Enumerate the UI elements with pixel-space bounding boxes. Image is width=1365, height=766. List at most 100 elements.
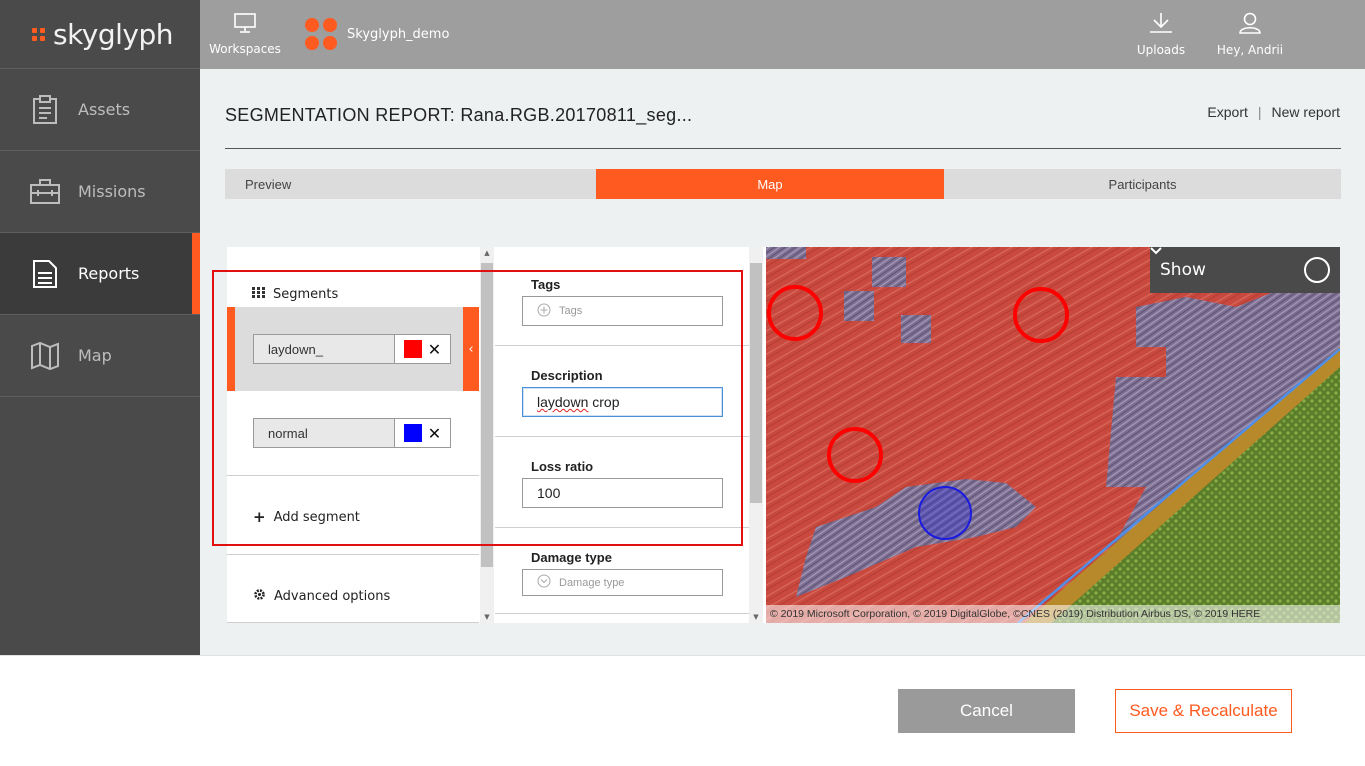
show-layers-dropdown[interactable]: Show — [1150, 247, 1340, 293]
description-value-rest: crop — [588, 394, 620, 410]
segment-color-swatch[interactable] — [403, 340, 422, 358]
gear-icon — [253, 588, 266, 605]
scroll-down-icon[interactable]: ▼ — [749, 613, 763, 621]
footer-bar: Cancel Save & Recalculate — [0, 655, 1365, 766]
sidebar-item-label: Reports — [78, 264, 140, 283]
workspace-dots-icon — [305, 18, 337, 50]
sidebar-item-missions[interactable]: Missions — [0, 151, 200, 233]
title-actions: Export | New report — [1207, 104, 1340, 120]
tags-input[interactable]: Tags — [522, 296, 723, 326]
tab-participants[interactable]: Participants — [944, 169, 1341, 199]
main-content: SEGMENTATION REPORT: Rana.RGB.20170811_s… — [200, 69, 1365, 655]
workspace-selector[interactable]: Skyglyph_demo — [305, 18, 449, 50]
monitor-icon — [234, 13, 256, 36]
advanced-options-label: Advanced options — [274, 589, 391, 604]
description-label: Description — [531, 368, 603, 383]
segment-row-laydown[interactable]: laydown_ ✕ — [227, 307, 479, 391]
divider — [495, 345, 749, 346]
divider — [227, 622, 479, 623]
loss-ratio-input[interactable]: 100 — [522, 478, 723, 508]
workspaces-button[interactable]: Workspaces — [209, 0, 281, 69]
loss-ratio-label: Loss ratio — [531, 459, 594, 474]
chevron-down-icon — [1150, 247, 1330, 283]
divider — [227, 475, 479, 476]
divider — [495, 527, 749, 528]
segment-controls: ✕ — [395, 418, 451, 448]
divider — [227, 554, 479, 555]
divider — [495, 436, 749, 437]
chevron-down-circle-icon — [537, 574, 551, 591]
description-input[interactable]: laydown crop — [522, 387, 723, 417]
uploads-button[interactable]: Uploads — [1130, 0, 1192, 69]
scroll-up-icon[interactable]: ▲ — [480, 249, 494, 257]
damage-type-select[interactable]: Damage type — [522, 569, 723, 596]
damage-type-placeholder: Damage type — [537, 574, 624, 591]
logo-dots-icon — [32, 27, 45, 41]
segments-header: Segments — [252, 287, 338, 302]
divider — [495, 613, 749, 614]
segment-name-input[interactable]: normal — [253, 418, 395, 448]
sidebar-item-label: Map — [78, 346, 112, 365]
segment-color-swatch[interactable] — [403, 424, 422, 442]
plus-icon: + — [253, 508, 266, 526]
advanced-options-button[interactable]: Advanced options — [253, 588, 390, 605]
scroll-down-icon[interactable]: ▼ — [480, 613, 494, 621]
tags-placeholder-text: Tags — [559, 305, 583, 317]
map-view[interactable]: Show © 2019 Microsoft Corporation, © 201… — [766, 247, 1340, 623]
document-icon — [30, 259, 60, 289]
user-label: Hey, Andrii — [1216, 43, 1284, 57]
logo-text: skyglyph — [53, 17, 174, 51]
tab-bar: Preview Map Participants — [225, 169, 1341, 199]
download-icon — [1149, 12, 1173, 37]
tags-placeholder: Tags — [537, 303, 582, 320]
new-report-link[interactable]: New report — [1272, 104, 1340, 120]
add-segment-label: Add segment — [273, 509, 360, 525]
map-imagery — [766, 247, 1340, 623]
user-icon — [1239, 12, 1261, 37]
segment-row-normal[interactable]: normal ✕ — [227, 391, 479, 475]
segment-name-input[interactable]: laydown_ — [253, 334, 395, 364]
workspace-name: Skyglyph_demo — [347, 26, 450, 42]
damage-type-placeholder-text: Damage type — [559, 576, 625, 589]
damage-type-label: Damage type — [531, 550, 612, 565]
segment-controls: ✕ — [395, 334, 451, 364]
export-link[interactable]: Export — [1207, 104, 1247, 120]
add-circle-icon — [537, 303, 551, 320]
clipboard-icon — [30, 94, 60, 125]
grid-icon — [252, 287, 265, 302]
segments-panel: Segments laydown_ ✕ ‹ normal ✕ + Add seg… — [227, 247, 495, 623]
remove-segment-icon[interactable]: ✕ — [428, 424, 441, 443]
uploads-label: Uploads — [1136, 43, 1186, 57]
actions-separator: | — [1257, 104, 1262, 120]
sidebar-item-reports[interactable]: Reports — [0, 233, 200, 315]
scroll-thumb[interactable] — [481, 263, 493, 567]
title-divider — [225, 148, 1341, 149]
tab-preview[interactable]: Preview — [225, 169, 596, 199]
logo[interactable]: skyglyph — [0, 0, 200, 69]
segment-details-panel: Tags Tags Description laydown crop Loss … — [495, 247, 766, 623]
add-segment-button[interactable]: + Add segment — [253, 508, 360, 526]
sidebar-item-assets[interactable]: Assets — [0, 69, 200, 151]
scroll-thumb[interactable] — [750, 263, 762, 503]
collapse-panel-button[interactable]: ‹ — [463, 307, 479, 391]
map-attribution: © 2019 Microsoft Corporation, © 2019 Dig… — [766, 605, 1340, 623]
tab-map[interactable]: Map — [596, 169, 944, 199]
sidebar-item-label: Assets — [78, 100, 131, 119]
page-title: SEGMENTATION REPORT: Rana.RGB.20170811_s… — [225, 105, 693, 125]
normal-marker — [918, 486, 972, 540]
save-recalculate-button[interactable]: Save & Recalculate — [1115, 689, 1292, 733]
tags-label: Tags — [531, 277, 561, 292]
segments-scrollbar[interactable]: ▲ ▼ — [480, 247, 494, 623]
user-menu-button[interactable]: Hey, Andrii — [1215, 0, 1285, 69]
workspaces-label: Workspaces — [209, 42, 281, 56]
details-scrollbar[interactable]: ▼ — [749, 247, 763, 623]
top-bar: Workspaces Skyglyph_demo Uploads Hey, An… — [200, 0, 1365, 69]
description-value-word: laydown — [537, 394, 589, 410]
map-icon — [30, 341, 60, 371]
cancel-button[interactable]: Cancel — [898, 689, 1075, 733]
briefcase-icon — [30, 177, 60, 207]
segments-title: Segments — [273, 287, 339, 302]
sidebar-item-label: Missions — [78, 182, 146, 201]
remove-segment-icon[interactable]: ✕ — [428, 340, 441, 359]
sidebar-item-map[interactable]: Map — [0, 315, 200, 397]
